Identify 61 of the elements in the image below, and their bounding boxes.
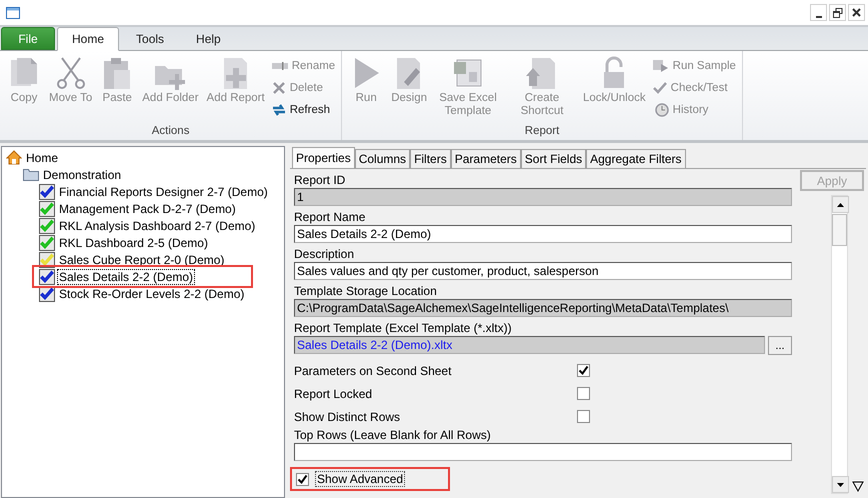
folder-icon: [23, 168, 39, 181]
field-label: Report Template (Excel Template (*.xltx)): [294, 321, 513, 336]
minimize-icon: [816, 16, 822, 18]
restore-button[interactable]: [829, 4, 846, 21]
triangle-down-icon: [852, 481, 864, 492]
tree-item[interactable]: Stock Re-Order Levels 2-2 (Demo): [57, 286, 246, 302]
tree-item[interactable]: Financial Reports Designer 2-7 (Demo): [57, 184, 270, 200]
browse-button[interactable]: ...: [768, 336, 792, 355]
house-icon: [6, 150, 22, 165]
properties-tab[interactable]: Properties: [292, 147, 355, 168]
list-play-icon: [652, 58, 669, 72]
ribbon-tab[interactable]: Help: [181, 27, 236, 51]
rename-icon: [272, 60, 288, 70]
input-field[interactable]: C:\ProgramData\SageAlchemex\SageIntelligenceReporting\MetaData\Templates\: [294, 299, 792, 317]
input-field[interactable]: [294, 443, 792, 461]
checkbox-label: Report Locked: [294, 386, 374, 400]
minimize-button[interactable]: [810, 4, 827, 21]
check-icon: [652, 80, 667, 94]
scrollbar[interactable]: [831, 195, 848, 494]
field-label: Report ID: [294, 173, 346, 188]
checkbox[interactable]: [296, 472, 309, 486]
checkbox[interactable]: [577, 364, 590, 377]
ribbon-tab[interactable]: Tools: [121, 27, 180, 51]
close-button[interactable]: [848, 4, 865, 21]
tree-item[interactable]: Sales Details 2-2 (Demo): [57, 268, 196, 284]
scroll-thumb[interactable]: [832, 214, 847, 246]
tree-item[interactable]: Demonstration: [41, 166, 124, 182]
tree-item[interactable]: Management Pack D-2-7 (Demo): [57, 200, 238, 216]
field-label: Report Name: [294, 210, 366, 225]
properties-tab[interactable]: Sort Fields: [520, 149, 586, 168]
input-field[interactable]: Sales values and qty per customer, product, salesperson: [294, 262, 792, 280]
tree-item[interactable]: Home: [24, 150, 60, 166]
refresh-icon: [272, 102, 286, 116]
field-label: Description: [294, 247, 356, 262]
checkbox-label: Show Distinct Rows: [294, 410, 402, 424]
tree-item[interactable]: RKL Dashboard 2-5 (Demo): [57, 234, 210, 250]
checkbox[interactable]: [577, 410, 590, 423]
file-tab[interactable]: File: [1, 27, 55, 50]
properties-tab[interactable]: Parameters: [450, 149, 521, 168]
input-field[interactable]: Sales Details 2-2 (Demo): [294, 225, 792, 243]
restore-icon: [832, 8, 842, 18]
field-label: Top Rows (Leave Blank for All Rows): [294, 428, 492, 443]
group-label: Actions: [150, 125, 190, 139]
close-icon: [852, 8, 861, 17]
properties-tab[interactable]: Columns: [354, 149, 410, 168]
checkbox-label: Parameters on Second Sheet: [294, 364, 452, 378]
field-label: Template Storage Location: [294, 284, 438, 299]
checkbox[interactable]: [577, 387, 590, 400]
window-icon: [6, 6, 20, 18]
ribbon-tab[interactable]: Home: [57, 27, 120, 51]
properties-tab[interactable]: Filters: [410, 149, 451, 168]
input-field[interactable]: Sales Details 2-2 (Demo).xltx: [294, 336, 765, 354]
tree-item[interactable]: RKL Analysis Dashboard 2-7 (Demo): [57, 218, 258, 234]
clock-icon: [652, 102, 669, 116]
input-field[interactable]: 1: [294, 188, 792, 206]
cross-icon: [272, 80, 286, 94]
group-label: Report: [524, 125, 560, 139]
ribbon-button[interactable]: Refresh: [268, 100, 338, 119]
checkbox-label: Show Advanced: [315, 471, 406, 487]
tree-item[interactable]: Sales Cube Report 2-0 (Demo): [57, 252, 226, 268]
properties-tab[interactable]: Aggregate Filters: [586, 149, 686, 168]
